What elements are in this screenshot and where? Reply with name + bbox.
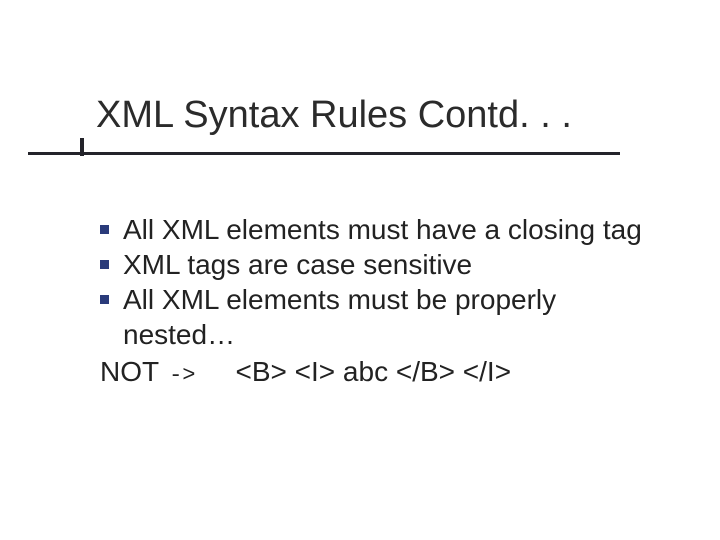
title-area: XML Syntax Rules Contd. . . <box>96 94 680 137</box>
title-rule <box>28 152 620 155</box>
slide-body: All XML elements must have a closing tag… <box>100 212 660 390</box>
slide-title: XML Syntax Rules Contd. . . <box>96 94 680 137</box>
list-item: All XML elements must be properly nested… <box>100 282 660 352</box>
list-item: All XML elements must have a closing tag <box>100 212 660 247</box>
slide: XML Syntax Rules Contd. . . All XML elem… <box>0 0 720 540</box>
not-example-line: NOT -> <B> <I> abc </B> </I> <box>100 354 660 390</box>
list-item: XML tags are case sensitive <box>100 247 660 282</box>
bullet-icon <box>100 295 109 304</box>
bullet-icon <box>100 260 109 269</box>
bullet-icon <box>100 225 109 234</box>
code-example: <B> <I> abc </B> </I> <box>236 354 512 389</box>
bullet-text: All XML elements must have a closing tag <box>123 212 660 247</box>
bullet-text: XML tags are case sensitive <box>123 247 660 282</box>
not-label: NOT <box>100 354 159 389</box>
bullet-text: All XML elements must be properly nested… <box>123 282 660 352</box>
arrow-icon: -> <box>169 362 195 390</box>
